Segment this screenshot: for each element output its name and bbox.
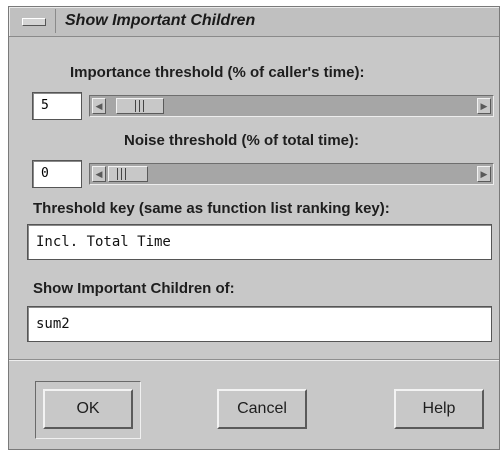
ok-button[interactable]: OK [43,389,133,429]
children-of-label: Show Important Children of: [33,280,235,297]
help-button[interactable]: Help [394,389,484,429]
separator [9,359,499,361]
children-of-field[interactable]: sum2 [27,306,492,342]
noise-threshold-label: Noise threshold (% of total time): [124,132,360,149]
arrow-right-icon[interactable]: ▶ [477,166,491,182]
arrow-right-icon[interactable]: ▶ [477,98,491,114]
dialog-window: Show Important Children Importance thres… [8,6,500,450]
importance-slider-thumb[interactable] [116,98,164,114]
window-title: Show Important Children [65,12,256,29]
window-menu-button[interactable] [11,9,56,33]
arrow-left-icon[interactable]: ◀ [92,166,106,182]
threshold-key-field[interactable]: Incl. Total Time [27,224,492,260]
importance-threshold-label: Importance threshold (% of caller's time… [70,64,365,81]
title-bar[interactable]: Show Important Children [9,7,499,37]
noise-threshold-slider[interactable]: ◀ ▶ [89,163,494,185]
noise-slider-thumb[interactable] [108,166,148,182]
window-menu-icon [22,18,46,26]
arrow-left-icon[interactable]: ◀ [92,98,106,114]
cancel-button[interactable]: Cancel [217,389,307,429]
importance-threshold-value[interactable]: 5 [32,92,82,120]
noise-threshold-value[interactable]: 0 [32,160,82,188]
threshold-key-label: Threshold key (same as function list ran… [33,200,390,217]
importance-threshold-slider[interactable]: ◀ ▶ [89,95,494,117]
